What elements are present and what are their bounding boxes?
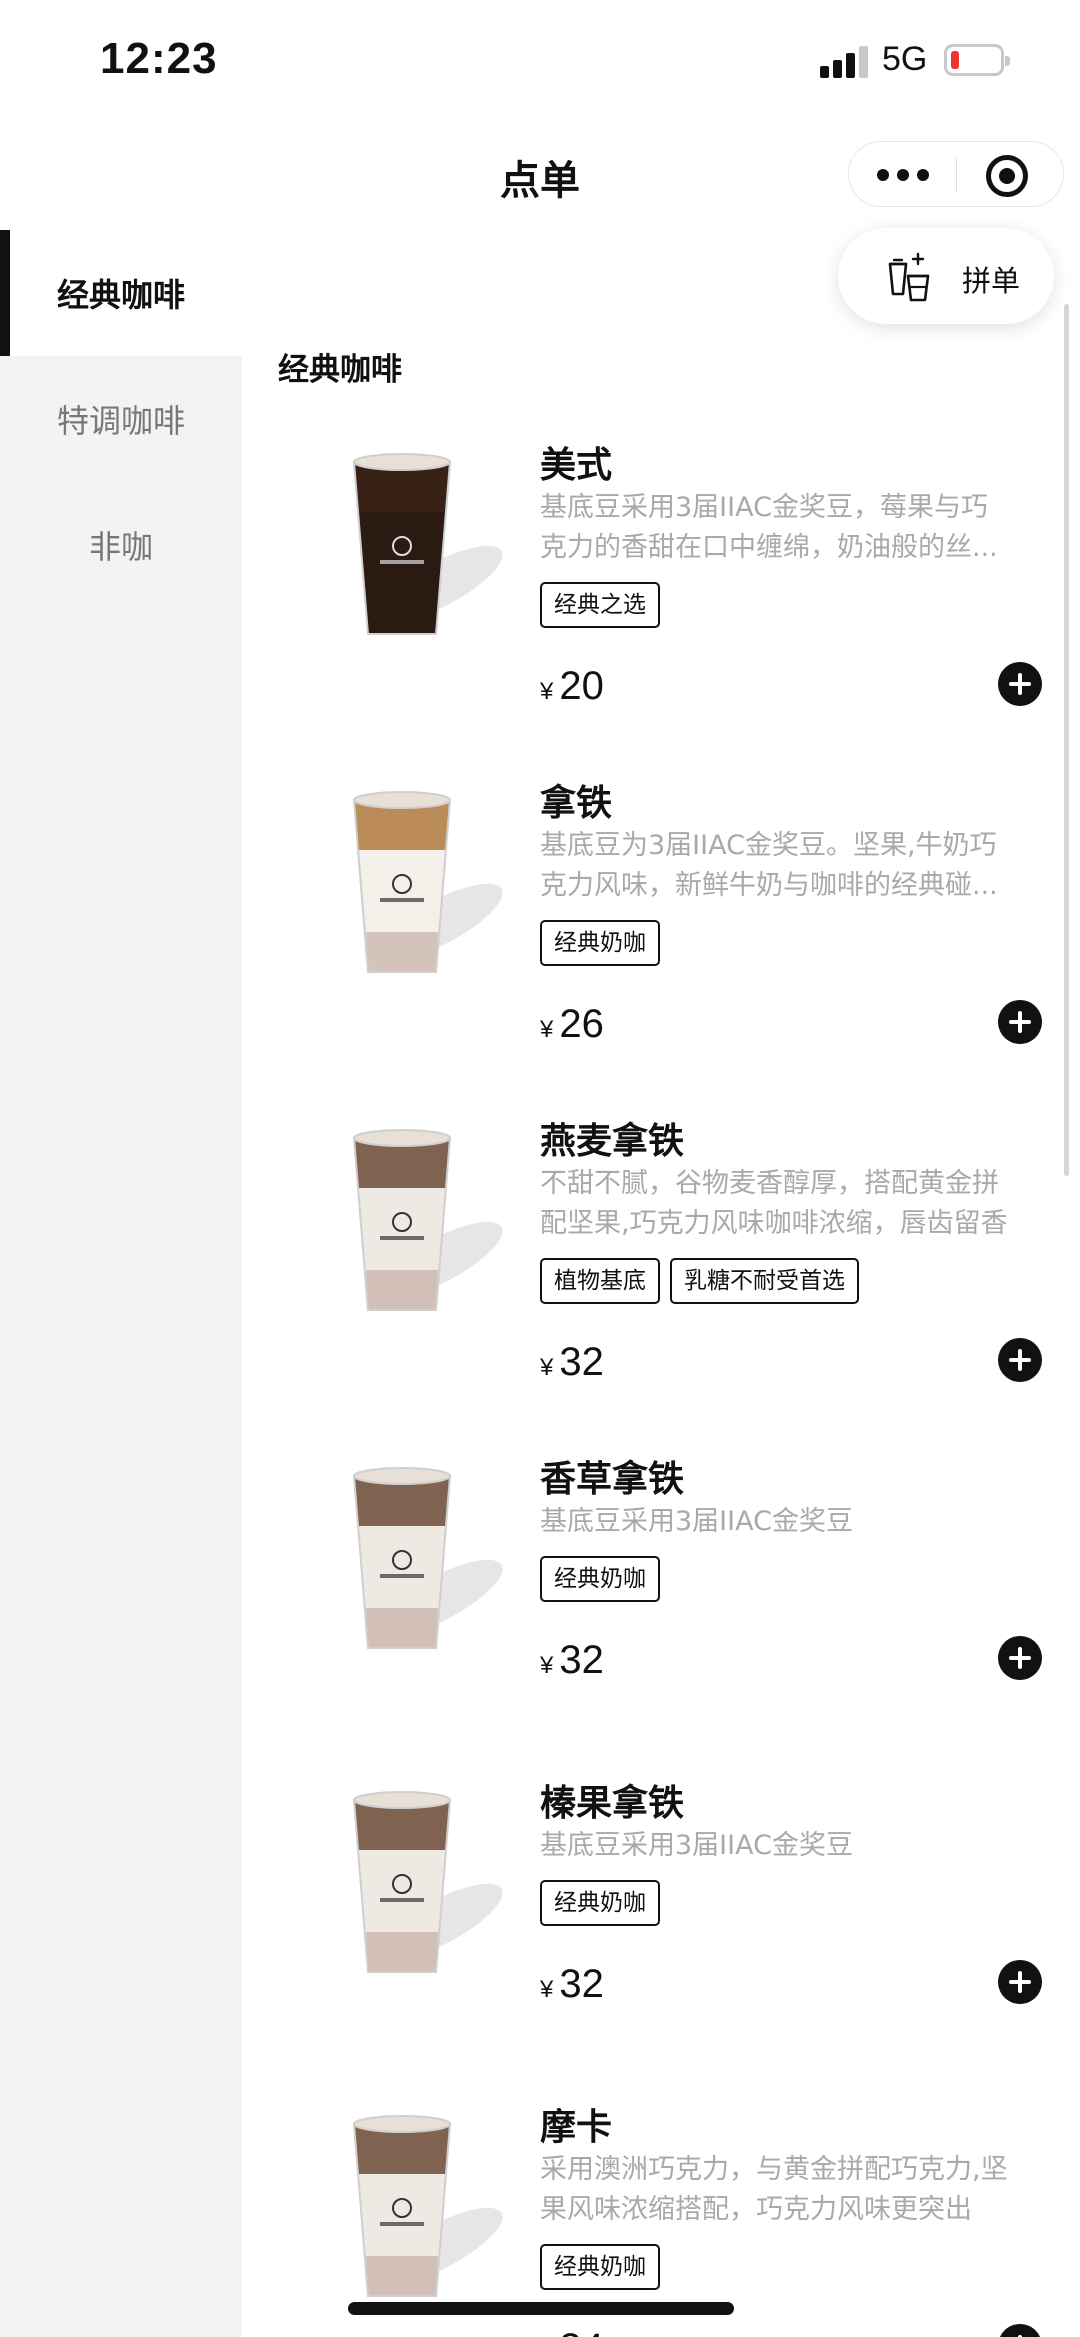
active-indicator (0, 230, 10, 356)
product-desc-line: 基底豆为3届IIAC金奖豆。坚果,牛奶巧 (540, 830, 997, 861)
section-title: 经典咖啡 (278, 352, 402, 388)
status-time: 12:23 (100, 34, 218, 83)
product-tags: 经典奶咖 (540, 2244, 660, 2290)
currency-symbol: ¥ (540, 1354, 554, 1381)
product-desc-line: 基底豆采用3届IIAC金奖豆，莓果与巧 (540, 492, 988, 523)
product-card[interactable]: 摩卡 采用澳洲巧克力，与黄金拼配巧克力,坚 果风味浓缩搭配，巧克力风味更突出 经典… (242, 2096, 1062, 2337)
group-order-label: 拼单 (962, 264, 1021, 298)
network-label: 5G (882, 40, 928, 78)
product-image[interactable] (290, 434, 514, 658)
product-desc-line: 克力风味，新鲜牛奶与咖啡的经典碰... (540, 870, 998, 901)
product-name: 香草拿铁 (540, 1459, 685, 1500)
currency-symbol: ¥ (540, 1016, 554, 1043)
product-tag: 乳糖不耐受首选 (670, 1258, 859, 1304)
product-tag: 经典奶咖 (540, 1880, 660, 1926)
price-value: 32 (559, 1638, 604, 1682)
status-bar: 12:23 5G (0, 0, 1080, 120)
price-value: 32 (559, 1962, 604, 2006)
product-tag: 经典奶咖 (540, 920, 660, 966)
product-description: 采用澳洲巧克力，与黄金拼配巧克力,坚 果风味浓缩搭配，巧克力风味更突出 (540, 2150, 1040, 2230)
add-to-cart-button[interactable] (998, 1960, 1042, 2004)
signal-icon (820, 46, 868, 78)
product-card[interactable]: 美式 基底豆采用3届IIAC金奖豆，莓果与巧 克力的香甜在口中缠绵，奶油般的丝..… (242, 434, 1062, 772)
sidebar-item-label: 特调咖啡 (56, 402, 185, 440)
product-name: 燕麦拿铁 (540, 1121, 685, 1162)
product-tag: 经典之选 (540, 582, 660, 628)
product-price: ¥32 (540, 1638, 604, 1683)
product-image[interactable] (290, 2096, 514, 2320)
product-tags: 植物基底 乳糖不耐受首选 (540, 1258, 859, 1304)
product-price: ¥20 (540, 664, 604, 709)
price-value: 20 (559, 664, 604, 708)
product-card[interactable]: 香草拿铁 基底豆采用3届IIAC金奖豆 经典奶咖 ¥32 (242, 1448, 1062, 1786)
price-value: 26 (559, 1002, 604, 1046)
product-tags: 经典奶咖 (540, 1880, 660, 1926)
product-description: 基底豆采用3届IIAC金奖豆 (540, 1826, 1040, 1866)
product-desc-line: 配坚果,巧克力风味咖啡浓缩，唇齿留香 (540, 1208, 1008, 1239)
product-desc-line: 果风味浓缩搭配，巧克力风味更突出 (540, 2194, 972, 2225)
product-image[interactable] (290, 1110, 514, 1334)
product-price: ¥34 (540, 2326, 604, 2337)
product-image[interactable] (290, 1772, 514, 1996)
sidebar-item-label: 经典咖啡 (56, 276, 185, 314)
product-tags: 经典奶咖 (540, 1556, 660, 1602)
product-image[interactable] (290, 1448, 514, 1672)
product-price: ¥32 (540, 1340, 604, 1385)
add-to-cart-button[interactable] (998, 1636, 1042, 1680)
product-price: ¥26 (540, 1002, 604, 1047)
capsule-divider (956, 158, 957, 192)
mini-program-capsule (848, 141, 1064, 207)
product-name: 榛果拿铁 (540, 1783, 685, 1824)
group-order-button[interactable]: 拼单 (838, 228, 1054, 324)
product-description: 基底豆为3届IIAC金奖豆。坚果,牛奶巧 克力风味，新鲜牛奶与咖啡的经典碰... (540, 826, 1040, 906)
add-to-cart-button[interactable] (998, 1000, 1042, 1044)
product-card[interactable]: 榛果拿铁 基底豆采用3届IIAC金奖豆 经典奶咖 ¥32 (242, 1772, 1062, 2110)
product-desc-line: 不甜不腻，谷物麦香醇厚，搭配黄金拼 (540, 1168, 999, 1199)
currency-symbol: ¥ (540, 1652, 554, 1679)
add-to-cart-button[interactable] (998, 2324, 1042, 2337)
product-tags: 经典之选 (540, 582, 660, 628)
sidebar-item-label: 非咖 (88, 528, 153, 566)
close-mini-program-icon[interactable] (986, 155, 1028, 197)
product-card[interactable]: 拿铁 基底豆为3届IIAC金奖豆。坚果,牛奶巧 克力风味，新鲜牛奶与咖啡的经典碰.… (242, 772, 1062, 1110)
product-tag: 植物基底 (540, 1258, 660, 1304)
product-card[interactable]: 燕麦拿铁 不甜不腻，谷物麦香醇厚，搭配黄金拼 配坚果,巧克力风味咖啡浓缩，唇齿留香… (242, 1110, 1062, 1448)
product-tag: 经典奶咖 (540, 2244, 660, 2290)
product-desc-line: 基底豆采用3届IIAC金奖豆 (540, 1830, 853, 1861)
home-indicator[interactable] (348, 2302, 734, 2315)
product-price: ¥32 (540, 1962, 604, 2007)
group-order-cups-icon (888, 252, 930, 302)
product-description: 基底豆采用3届IIAC金奖豆，莓果与巧 克力的香甜在口中缠绵，奶油般的丝... (540, 488, 1040, 568)
product-description: 不甜不腻，谷物麦香醇厚，搭配黄金拼 配坚果,巧克力风味咖啡浓缩，唇齿留香 (540, 1164, 1040, 1244)
product-desc-line: 基底豆采用3届IIAC金奖豆 (540, 1506, 853, 1537)
add-to-cart-button[interactable] (998, 1338, 1042, 1382)
product-tag: 经典奶咖 (540, 1556, 660, 1602)
product-desc-line: 采用澳洲巧克力，与黄金拼配巧克力,坚 (540, 2154, 1008, 2185)
sidebar-item-classic-coffee[interactable]: 经典咖啡 (0, 230, 242, 356)
product-name: 拿铁 (540, 783, 613, 824)
currency-symbol: ¥ (540, 678, 554, 705)
sidebar-item-special-coffee[interactable]: 特调咖啡 (0, 356, 242, 482)
price-value: 32 (559, 1340, 604, 1384)
currency-symbol: ¥ (540, 1976, 554, 2003)
product-name: 摩卡 (540, 2107, 613, 2148)
product-tags: 经典奶咖 (540, 920, 660, 966)
battery-icon (944, 44, 1010, 76)
sidebar-item-non-coffee[interactable]: 非咖 (0, 482, 242, 608)
product-name: 美式 (540, 445, 613, 486)
product-description: 基底豆采用3届IIAC金奖豆 (540, 1502, 1040, 1542)
category-sidebar: 经典咖啡 特调咖啡 非咖 (0, 230, 242, 2337)
product-desc-line: 克力的香甜在口中缠绵，奶油般的丝... (540, 532, 998, 563)
more-icon[interactable] (877, 164, 929, 186)
scrollbar[interactable] (1064, 304, 1069, 1176)
product-image[interactable] (290, 772, 514, 996)
price-value: 34 (559, 2326, 604, 2337)
add-to-cart-button[interactable] (998, 662, 1042, 706)
